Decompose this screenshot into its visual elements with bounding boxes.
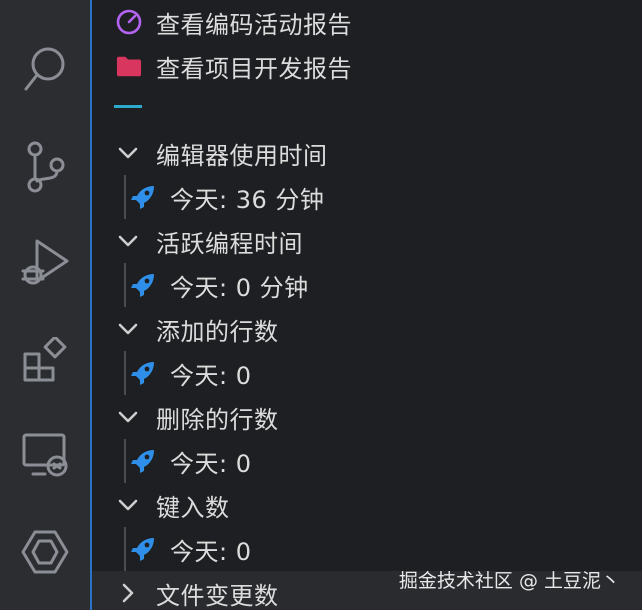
extensions-icon[interactable] [0, 325, 90, 395]
chevron-right-icon [116, 581, 140, 605]
source-control-icon[interactable] [0, 132, 90, 202]
section-title: 编辑器使用时间 [156, 141, 328, 170]
folder-icon [116, 53, 142, 79]
section-lines-deleted[interactable]: 删除的行数 [92, 395, 642, 439]
section-title: 文件变更数 [156, 581, 279, 610]
chevron-down-icon [116, 141, 140, 165]
section-active-coding-time[interactable]: 活跃编程时间 [92, 219, 642, 263]
chevron-down-icon [116, 405, 140, 429]
item-value: 今天: 0 [170, 361, 252, 390]
view-coding-activity-label: 查看编码活动报告 [156, 10, 352, 39]
codetime-sidebar: 查看编码活动报告 查看项目开发报告 编辑器使用时间 今天: 36 分钟 活跃编程… [92, 0, 642, 610]
indent-guide [124, 351, 126, 395]
chevron-down-icon [116, 493, 140, 517]
indent-guide [124, 175, 126, 219]
chevron-down-icon [116, 317, 140, 341]
section-title: 删除的行数 [156, 405, 279, 434]
watermark: 掘金技术社区 @ 土豆泥丶 [398, 570, 620, 592]
remote-explorer-icon[interactable] [0, 420, 90, 490]
item-value: 今天: 0 [170, 449, 252, 478]
indent-guide [124, 527, 126, 571]
separator [114, 105, 142, 108]
rocket-icon [130, 184, 156, 210]
section-keystrokes[interactable]: 键入数 [92, 483, 642, 527]
codetime-hexagon-icon[interactable] [0, 517, 90, 587]
item-value: 今天: 36 分钟 [170, 185, 325, 214]
indent-guide [124, 439, 126, 483]
tree-item[interactable]: 今天: 0 [92, 439, 642, 483]
tree-item[interactable]: 今天: 36 分钟 [92, 175, 642, 219]
rocket-icon [130, 360, 156, 386]
tree-item[interactable]: 今天: 0 [92, 527, 642, 571]
tree-item[interactable]: 今天: 0 分钟 [92, 263, 642, 307]
dashboard-gauge-icon [116, 9, 142, 35]
view-project-report-label: 查看项目开发报告 [156, 54, 352, 83]
item-value: 今天: 0 分钟 [170, 273, 309, 302]
indent-guide [124, 263, 126, 307]
view-coding-activity-link[interactable]: 查看编码活动报告 [92, 0, 642, 44]
section-title: 活跃编程时间 [156, 229, 303, 258]
activity-bar [0, 0, 90, 610]
item-value: 今天: 0 [170, 537, 252, 566]
rocket-icon [130, 536, 156, 562]
view-project-report-link[interactable]: 查看项目开发报告 [92, 44, 642, 88]
rocket-icon [130, 448, 156, 474]
section-title: 键入数 [156, 493, 230, 522]
section-lines-added[interactable]: 添加的行数 [92, 307, 642, 351]
tree-item[interactable]: 今天: 0 [92, 351, 642, 395]
section-editor-time[interactable]: 编辑器使用时间 [92, 131, 642, 175]
search-icon[interactable] [0, 35, 90, 105]
rocket-icon [130, 272, 156, 298]
section-title: 添加的行数 [156, 317, 279, 346]
chevron-down-icon [116, 229, 140, 253]
run-debug-icon[interactable] [0, 228, 90, 298]
